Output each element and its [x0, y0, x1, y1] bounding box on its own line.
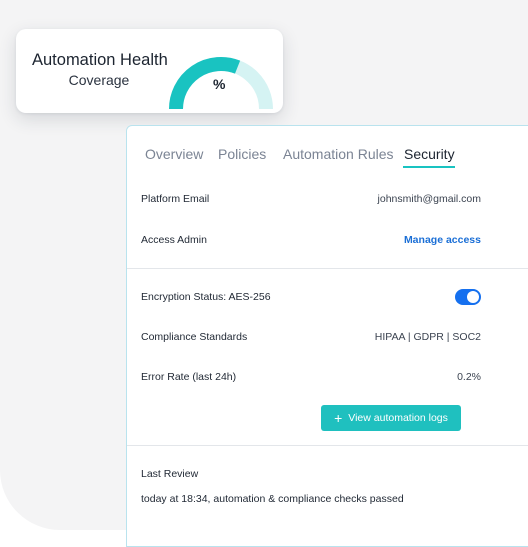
last-review-label: Last Review	[141, 468, 199, 480]
security-settings-panel: Overview Policies Automation Rules Secur…	[126, 125, 528, 547]
gauge-fill	[169, 57, 241, 110]
tab-overview[interactable]: Overview	[145, 146, 203, 162]
compliance-standards-label: Compliance Standards	[141, 331, 248, 343]
section-divider	[127, 445, 528, 446]
tab-bar: Overview Policies Automation Rules Secur…	[127, 126, 528, 176]
last-review-text: today at 18:34, automation & compliance …	[141, 493, 404, 505]
encryption-status-label: Encryption Status: AES-256	[141, 291, 271, 303]
plus-icon: +	[334, 410, 343, 426]
tab-security[interactable]: Security	[404, 146, 455, 162]
access-admin-label: Access Admin	[141, 234, 207, 246]
view-automation-logs-button[interactable]: + View automation logs	[321, 405, 461, 431]
compliance-standards-value: HIPAA | GDPR | SOC2	[374, 331, 481, 343]
view-logs-label: View automation logs	[348, 412, 448, 424]
platform-email-label: Platform Email	[141, 193, 210, 205]
active-tab-indicator	[403, 166, 455, 168]
error-rate-label: Error Rate (last 24h)	[141, 371, 237, 383]
tab-policies[interactable]: Policies	[218, 146, 266, 162]
automation-health-card: Automation Health Coverage %	[16, 29, 283, 113]
gauge-percent-label: %	[213, 76, 226, 92]
health-card-subtitle: Coverage	[68, 72, 130, 88]
platform-email-value: johnsmith@gmail.com	[377, 193, 481, 205]
tab-automation-rules[interactable]: Automation Rules	[283, 146, 394, 162]
section-divider	[127, 268, 528, 269]
health-card-title: Automation Health	[32, 51, 168, 69]
manage-access-link[interactable]: Manage access	[404, 234, 481, 246]
toggle-knob	[467, 291, 479, 303]
error-rate-value: 0.2%	[457, 371, 481, 383]
encryption-toggle[interactable]	[455, 289, 481, 305]
